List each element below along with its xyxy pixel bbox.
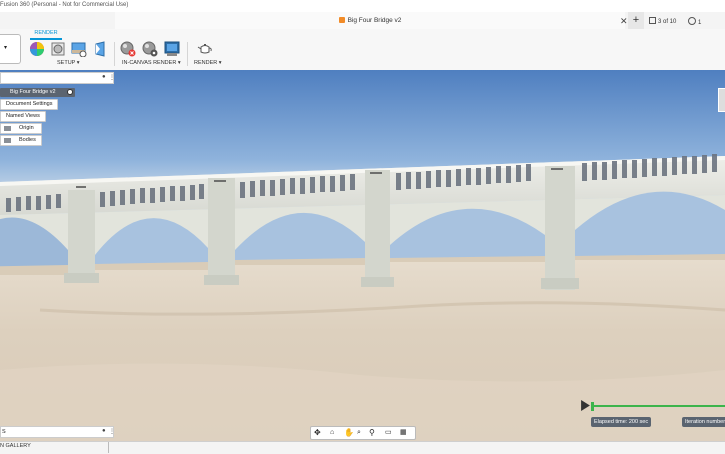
ribbon-divider	[114, 42, 115, 66]
render-scene	[0, 70, 725, 441]
browser-item-label: Named Views	[6, 113, 40, 119]
render-progress-bar	[593, 405, 725, 407]
job-status-icon	[649, 17, 656, 24]
orbit-icon[interactable]: ✥	[314, 428, 324, 438]
viewcube[interactable]	[718, 88, 725, 112]
panel-menu-icon[interactable]: ⋮	[109, 428, 115, 435]
browser-item-bodies[interactable]: Bodies	[0, 135, 42, 146]
rendering-gallery-label: N GALLERY	[0, 443, 31, 449]
comments-panel[interactable]: S ● ⋮	[0, 426, 115, 438]
render-group-label[interactable]: RENDER ▾	[194, 60, 222, 66]
panel-menu-icon[interactable]: ⋮	[109, 74, 115, 81]
pan-icon[interactable]: ✋	[344, 428, 354, 438]
physical-material-icon[interactable]	[50, 41, 66, 57]
pin-icon[interactable]: ●	[102, 74, 106, 80]
notification-count: 1	[698, 20, 702, 26]
iteration-label: Iteration number	[682, 417, 725, 427]
app-title: Fusion 360 (Personal - Not for Commercia…	[0, 2, 129, 8]
navigation-toolbar: ✥ ⌂ ✋ ⌕ ⚲ ▭ ▦	[310, 426, 416, 440]
browser-item-named-views[interactable]: Named Views	[0, 111, 46, 122]
in-canvas-render-settings-icon[interactable]	[142, 41, 158, 57]
render-teapot-icon[interactable]	[197, 41, 213, 57]
setup-group-label[interactable]: SETUP ▾	[57, 60, 80, 66]
browser-item-label: Origin	[19, 125, 34, 131]
canvas-viewport[interactable]	[0, 70, 725, 441]
close-tab-icon[interactable]: ✕	[620, 16, 628, 27]
notifications[interactable]: 1	[688, 17, 701, 26]
browser-item-label: Document Settings	[6, 101, 53, 107]
display-settings-icon[interactable]: ▭	[385, 428, 395, 438]
job-status-text: 3 of 10	[658, 19, 677, 25]
browser-root[interactable]: Big Four Bridge v2	[0, 88, 75, 97]
document-tab-title: Big Four Bridge v2	[115, 17, 625, 24]
title-bar: Fusion 360 (Personal - Not for Commercia…	[0, 0, 725, 12]
toolbar-ribbon	[0, 29, 725, 71]
add-comment-icon[interactable]: ●	[102, 428, 106, 434]
look-at-icon[interactable]: ⌂	[330, 428, 340, 438]
grid-settings-icon[interactable]: ▦	[400, 428, 410, 438]
new-tab-button[interactable]: +	[628, 12, 644, 29]
browser-item-document-settings[interactable]: Document Settings	[0, 99, 58, 110]
render-progress-handle[interactable]	[591, 402, 594, 411]
capture-image-icon[interactable]	[164, 41, 180, 57]
browser-item-label: Bodies	[19, 137, 36, 143]
browser-root-label: Big Four Bridge v2	[10, 89, 56, 95]
job-status[interactable]: 3 of 10	[649, 17, 676, 25]
zoom-icon[interactable]: ⌕	[357, 428, 367, 438]
appearance-icon[interactable]	[29, 41, 45, 57]
comments-label: S	[2, 429, 6, 435]
browser-panel-header: ● ⋮	[0, 72, 115, 84]
component-icon	[338, 17, 345, 23]
gallery-divider	[108, 442, 109, 453]
elapsed-time-label: Elapsed time: 200 sec	[591, 417, 652, 427]
scene-settings-icon[interactable]	[71, 41, 87, 57]
browser-item-origin[interactable]: Origin	[0, 123, 42, 134]
in-canvas-render-stop-icon[interactable]	[120, 41, 136, 57]
document-title-text: Big Four Bridge v2	[347, 17, 402, 24]
ribbon-divider	[187, 42, 188, 66]
clock-icon	[688, 17, 696, 25]
decal-icon[interactable]	[92, 41, 108, 57]
in-canvas-render-group-label[interactable]: IN-CANVAS RENDER ▾	[122, 60, 181, 66]
chevron-down-icon: ▾	[4, 45, 8, 51]
document-tab[interactable]: Big Four Bridge v2	[115, 12, 625, 29]
fit-icon[interactable]: ⚲	[369, 428, 379, 438]
document-tab-bar: Big Four Bridge v2 ✕	[0, 12, 725, 30]
workspace-switcher[interactable]: ▾	[0, 34, 21, 64]
folder-icon	[4, 126, 11, 131]
tab-render[interactable]: RENDER	[30, 29, 62, 40]
activate-component-icon[interactable]	[67, 89, 73, 95]
folder-icon	[4, 138, 11, 143]
play-icon[interactable]	[580, 400, 591, 413]
